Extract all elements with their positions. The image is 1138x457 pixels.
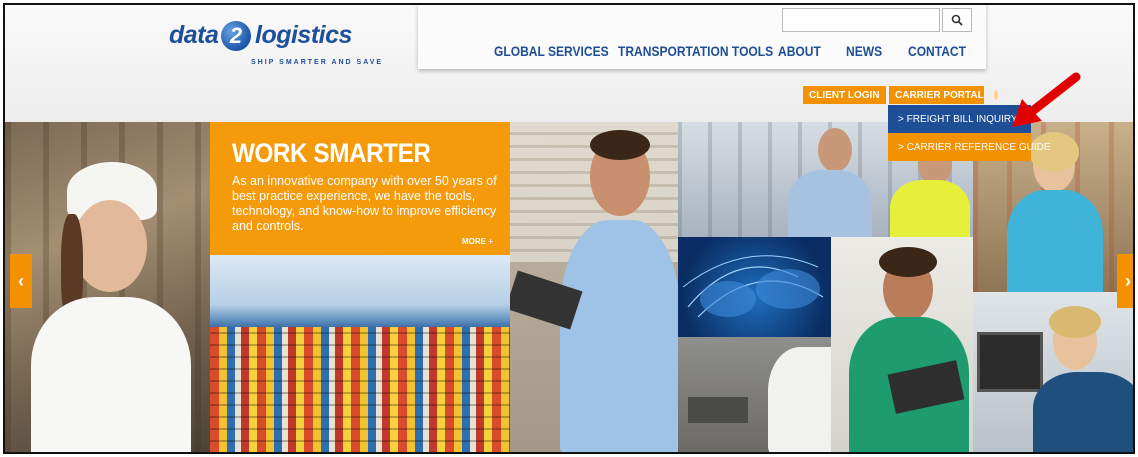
main-nav-panel: GLOBAL SERVICES TRANSPORTATION TOOLS ABO… bbox=[418, 5, 986, 69]
red-arrow-annotation bbox=[1012, 72, 1081, 127]
search-icon bbox=[951, 14, 963, 26]
site-logo[interactable]: data 2 logistics SHIP SMARTER AND SAVE bbox=[165, 17, 405, 77]
client-login-label: CLIENT LOGIN bbox=[809, 89, 880, 101]
monitor bbox=[977, 332, 1043, 392]
hero-photo-woman-desk bbox=[973, 292, 1133, 452]
nav-transportation-tools[interactable]: TRANSPORTATION TOOLS bbox=[618, 43, 773, 59]
slider-prev-button[interactable]: ‹ bbox=[10, 254, 32, 308]
nav-contact[interactable]: CONTACT bbox=[908, 43, 966, 59]
globe-network-graphic bbox=[682, 255, 824, 318]
menu-item-carrier-reference-guide[interactable]: > CARRIER REFERENCE GUIDE bbox=[888, 133, 1051, 161]
blue-shirt bbox=[560, 220, 678, 452]
logo-word-logistics: logistics bbox=[255, 21, 352, 49]
nav-news[interactable]: NEWS bbox=[846, 43, 882, 59]
search-button[interactable] bbox=[942, 8, 972, 32]
hero-photo-world-network bbox=[678, 237, 831, 337]
circle-plus-icon bbox=[993, 90, 998, 100]
slider-next-button[interactable]: › bbox=[1117, 254, 1133, 308]
hero-photo-man-clipboard bbox=[510, 122, 678, 452]
hero-photo-airport-cargo bbox=[678, 337, 831, 452]
teal-shirt bbox=[1007, 190, 1103, 292]
browser-viewport: data 2 logistics SHIP SMARTER AND SAVE G… bbox=[3, 3, 1135, 454]
search-input[interactable] bbox=[782, 8, 940, 32]
hero-photo-container-port bbox=[210, 255, 510, 452]
carrier-portal-label: CARRIER PORTAL bbox=[895, 89, 984, 101]
hero-mosaic: WORK SMARTER As an innovative company wi… bbox=[5, 122, 1133, 452]
promo-panel: WORK SMARTER As an innovative company wi… bbox=[210, 122, 510, 255]
white-shirt bbox=[31, 297, 191, 452]
nav-about[interactable]: ABOUT bbox=[778, 43, 821, 59]
hero-photo-hardhat-woman bbox=[5, 122, 210, 452]
face bbox=[73, 200, 147, 292]
chevron-right-icon: › bbox=[1125, 270, 1131, 291]
promo-text: As an innovative company with over 50 ye… bbox=[232, 174, 497, 233]
logo-tagline: SHIP SMARTER AND SAVE bbox=[251, 59, 384, 66]
promo-title: WORK SMARTER bbox=[232, 138, 431, 168]
client-login-button[interactable]: CLIENT LOGIN bbox=[803, 86, 894, 104]
carrier-portal-button[interactable]: CARRIER PORTAL bbox=[889, 86, 998, 104]
more-link[interactable]: MORE + bbox=[462, 237, 493, 246]
chevron-left-icon: ‹ bbox=[18, 270, 24, 291]
hero-photo-technician bbox=[831, 237, 973, 452]
nav-global-services[interactable]: GLOBAL SERVICES bbox=[494, 43, 609, 59]
logo-word-data: data bbox=[169, 21, 219, 49]
logo-number-badge: 2 bbox=[221, 21, 251, 51]
